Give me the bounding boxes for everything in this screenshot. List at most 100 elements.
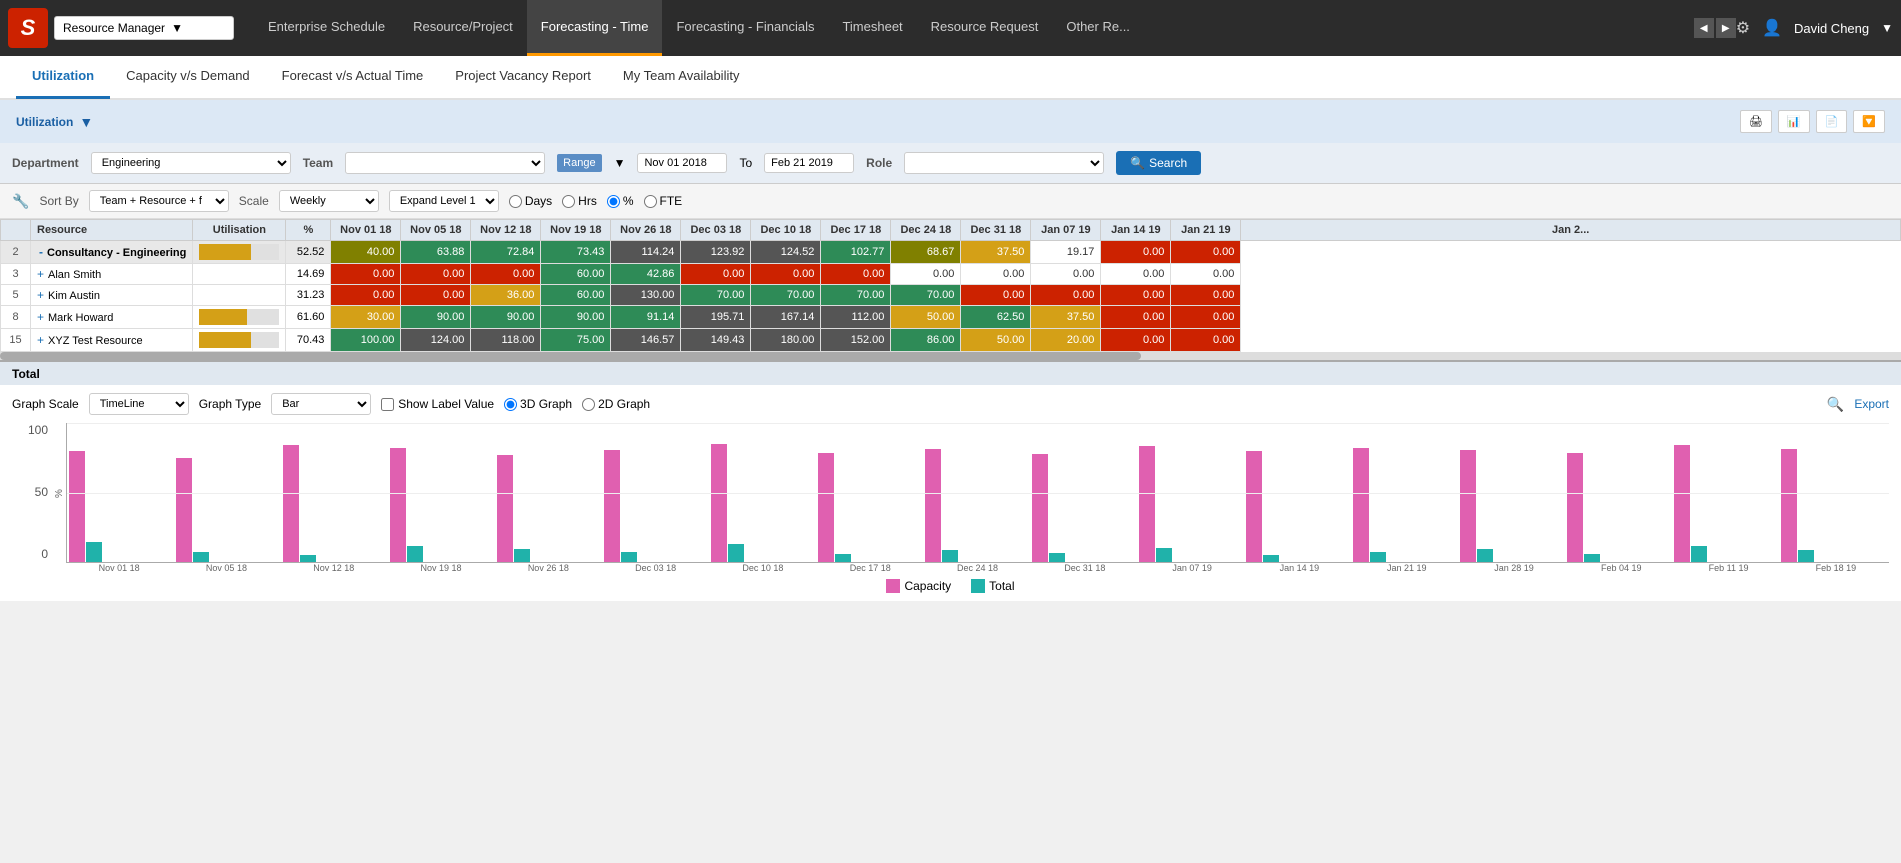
bar-total[interactable]: [1049, 553, 1065, 562]
y-axis-50: 50: [35, 485, 48, 499]
bar-capacity[interactable]: [1139, 446, 1155, 562]
role-select[interactable]: [904, 152, 1104, 174]
subnav-project-vacancy[interactable]: Project Vacancy Report: [439, 55, 607, 99]
scroll-thumb[interactable]: [0, 352, 1141, 360]
bar-total[interactable]: [728, 544, 744, 562]
bar-capacity[interactable]: [1353, 448, 1369, 562]
bar-total[interactable]: [1370, 552, 1386, 562]
print-icon-btn[interactable]: 🖨: [1740, 110, 1772, 133]
excel-icon-btn[interactable]: 📊: [1778, 110, 1810, 133]
nav-other[interactable]: Other Re...: [1052, 0, 1144, 56]
bar-group: [1032, 454, 1138, 562]
dropdown-icon: ▼: [171, 21, 183, 35]
filter-icon-btn[interactable]: 🔽: [1853, 110, 1885, 133]
legend-capacity-label: Capacity: [904, 579, 951, 593]
expand-level-select[interactable]: Expand Level 1: [389, 190, 499, 212]
nav-arrow-right[interactable]: ▶: [1716, 18, 1736, 38]
search-button[interactable]: 🔍 Search: [1116, 151, 1201, 175]
nav-forecasting-financials[interactable]: Forecasting - Financials: [662, 0, 828, 56]
bar-total[interactable]: [86, 542, 102, 562]
bar-capacity[interactable]: [1246, 451, 1262, 562]
util-bar-cell: [193, 264, 286, 285]
radio-fte[interactable]: FTE: [644, 194, 683, 208]
range-btn[interactable]: Range: [557, 154, 601, 172]
chart-search-icon[interactable]: 🔍: [1827, 396, 1844, 413]
app-selector[interactable]: Resource Manager ▼: [54, 16, 234, 40]
bar-capacity[interactable]: [818, 453, 834, 562]
chart-x-labels: Nov 01 18Nov 05 18Nov 12 18Nov 19 18Nov …: [66, 563, 1889, 573]
bar-total[interactable]: [1691, 546, 1707, 562]
graph-type-select[interactable]: Bar: [271, 393, 371, 415]
team-select[interactable]: [345, 152, 545, 174]
bar-capacity[interactable]: [176, 458, 192, 562]
data-cell: 146.57: [611, 329, 681, 352]
settings-icon[interactable]: ⚙: [1736, 18, 1750, 38]
expand-icon[interactable]: +: [37, 267, 44, 281]
bar-total[interactable]: [1798, 550, 1814, 562]
nav-forecasting-time[interactable]: Forecasting - Time: [527, 0, 663, 56]
util-bar-fill: [199, 332, 251, 348]
radio-pct[interactable]: %: [607, 194, 634, 208]
expand-icon[interactable]: +: [37, 288, 44, 302]
scale-select[interactable]: Weekly: [279, 190, 379, 212]
sort-by-select[interactable]: Team + Resource + f: [89, 190, 229, 212]
user-dropdown-icon[interactable]: ▼: [1881, 21, 1893, 35]
bar-capacity[interactable]: [925, 449, 941, 562]
subnav-utilization[interactable]: Utilization: [16, 55, 110, 99]
bar-total[interactable]: [942, 550, 958, 562]
radio-2d[interactable]: 2D Graph: [582, 397, 650, 411]
horizontal-scrollbar[interactable]: [0, 352, 1901, 360]
bar-capacity[interactable]: [1460, 450, 1476, 562]
data-cell: 90.00: [401, 306, 471, 329]
date-from-input[interactable]: [637, 153, 727, 173]
bar-capacity[interactable]: [1674, 445, 1690, 562]
date-to-input[interactable]: [764, 153, 854, 173]
bar-total[interactable]: [514, 549, 530, 562]
department-select[interactable]: Engineering: [91, 152, 291, 174]
bar-capacity[interactable]: [69, 451, 85, 562]
graph-scale-select[interactable]: TimeLine: [89, 393, 189, 415]
subnav-capacity-demand[interactable]: Capacity v/s Demand: [110, 55, 266, 99]
bar-capacity[interactable]: [390, 448, 406, 562]
radio-days[interactable]: Days: [509, 194, 552, 208]
nav-resource-request[interactable]: Resource Request: [917, 0, 1053, 56]
export-label[interactable]: Export: [1854, 397, 1889, 411]
show-label-checkbox[interactable]: Show Label Value: [381, 397, 494, 411]
nav-resource-project[interactable]: Resource/Project: [399, 0, 527, 56]
expand-icon[interactable]: +: [37, 310, 44, 324]
bar-capacity[interactable]: [1781, 449, 1797, 562]
expand-icon[interactable]: -: [39, 245, 43, 259]
radio-3d[interactable]: 3D Graph: [504, 397, 572, 411]
resource-name-cell: +Kim Austin: [31, 285, 193, 306]
chart-x-label: Jan 21 19: [1354, 563, 1460, 573]
bar-capacity[interactable]: [1567, 453, 1583, 562]
bar-capacity[interactable]: [283, 445, 299, 562]
expand-icon[interactable]: +: [37, 333, 44, 347]
bar-total[interactable]: [1584, 554, 1600, 562]
util-bar-fill: [199, 309, 247, 325]
data-cell: 0.00: [1101, 285, 1171, 306]
bar-capacity[interactable]: [604, 450, 620, 562]
bar-total[interactable]: [621, 552, 637, 562]
subnav-forecast-actual[interactable]: Forecast v/s Actual Time: [266, 55, 440, 99]
subnav-team-availability[interactable]: My Team Availability: [607, 55, 756, 99]
nav-enterprise-schedule[interactable]: Enterprise Schedule: [254, 0, 399, 56]
user-icon[interactable]: 👤: [1762, 18, 1782, 38]
legend-capacity-color: [886, 579, 900, 593]
radio-hrs[interactable]: Hrs: [562, 194, 597, 208]
bar-capacity[interactable]: [497, 455, 513, 562]
bar-total[interactable]: [407, 546, 423, 562]
bar-capacity[interactable]: [1032, 454, 1048, 562]
nav-timesheet[interactable]: Timesheet: [828, 0, 916, 56]
bar-total[interactable]: [1263, 555, 1279, 562]
title-dropdown-icon[interactable]: ▼: [79, 114, 93, 130]
pdf-icon-btn[interactable]: 📄: [1816, 110, 1848, 133]
bar-total[interactable]: [193, 552, 209, 562]
bar-total[interactable]: [835, 554, 851, 562]
bar-capacity[interactable]: [711, 444, 727, 562]
nav-arrow-left[interactable]: ◀: [1694, 18, 1714, 38]
bar-total[interactable]: [1477, 549, 1493, 562]
bar-total[interactable]: [1156, 548, 1172, 562]
bar-total[interactable]: [300, 555, 316, 562]
data-cell: 124.00: [401, 329, 471, 352]
